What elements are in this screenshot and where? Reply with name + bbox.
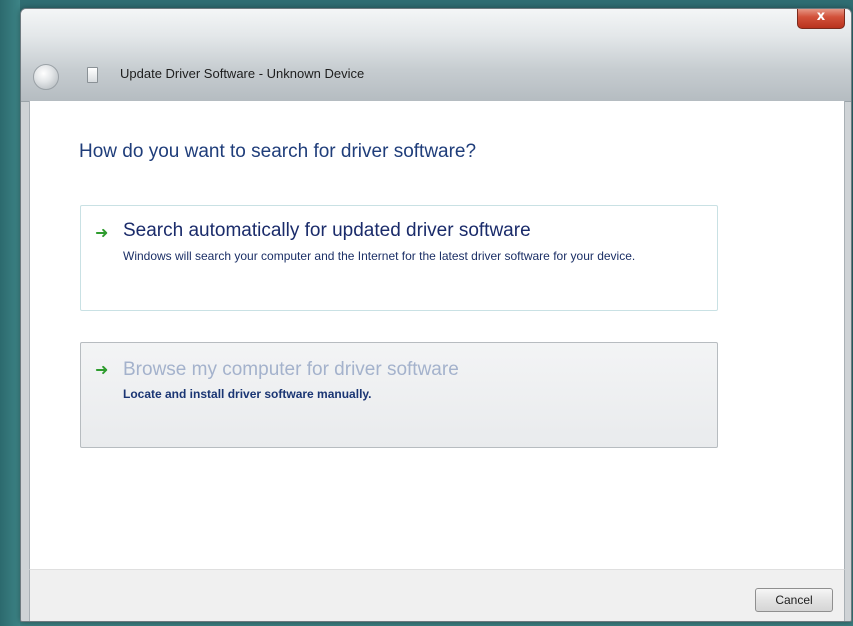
close-icon: x <box>816 9 826 24</box>
option-title: Search automatically for updated driver … <box>123 220 531 241</box>
desktop-background <box>0 0 20 626</box>
back-button[interactable] <box>33 64 59 90</box>
dialog-content: How do you want to search for driver sof… <box>29 101 845 569</box>
option-title: Browse my computer for driver software <box>123 359 459 380</box>
device-icon <box>87 67 98 83</box>
dialog-footer: Cancel <box>29 569 845 621</box>
green-arrow-icon: ➜ <box>95 223 109 242</box>
cancel-button[interactable]: Cancel <box>755 588 833 612</box>
browse-computer-option[interactable]: ➜ Browse my computer for driver software… <box>80 342 718 448</box>
title-bar: x Update Driver Software - Unknown Devic… <box>21 9 851 102</box>
search-automatically-option[interactable]: ➜ Search automatically for updated drive… <box>80 205 718 311</box>
option-description: Locate and install driver software manua… <box>123 387 372 401</box>
page-heading: How do you want to search for driver sof… <box>79 141 477 162</box>
option-description: Windows will search your computer and th… <box>123 249 636 263</box>
window-title: Update Driver Software - Unknown Device <box>120 66 365 81</box>
close-button[interactable]: x <box>797 9 845 29</box>
update-driver-dialog: x Update Driver Software - Unknown Devic… <box>20 8 852 622</box>
green-arrow-icon: ➜ <box>95 360 109 379</box>
